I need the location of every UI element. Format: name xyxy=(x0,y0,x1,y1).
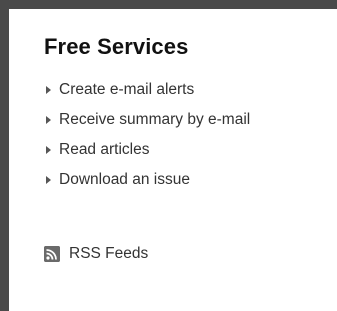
list-item-download-issue[interactable]: Download an issue xyxy=(44,170,250,200)
rss-icon xyxy=(44,246,60,262)
list-item-receive-summary[interactable]: Receive summary by e-mail xyxy=(44,110,250,140)
receive-summary-link[interactable]: Receive summary by e-mail xyxy=(59,110,250,130)
download-issue-link[interactable]: Download an issue xyxy=(59,170,190,190)
create-email-alerts-link[interactable]: Create e-mail alerts xyxy=(59,80,194,100)
services-list: Create e-mail alerts Receive summary by … xyxy=(44,80,250,200)
triangle-right-icon xyxy=(46,86,51,94)
rss-feeds-row[interactable]: RSS Feeds xyxy=(44,245,148,263)
rss-feeds-link[interactable]: RSS Feeds xyxy=(69,245,148,263)
read-articles-link[interactable]: Read articles xyxy=(59,140,149,160)
top-border xyxy=(0,0,337,9)
triangle-right-icon xyxy=(46,176,51,184)
left-border xyxy=(0,0,9,311)
triangle-right-icon xyxy=(46,146,51,154)
list-item-create-email-alerts[interactable]: Create e-mail alerts xyxy=(44,80,250,110)
triangle-right-icon xyxy=(46,116,51,124)
list-item-read-articles[interactable]: Read articles xyxy=(44,140,250,170)
panel-title: Free Services xyxy=(44,34,189,59)
